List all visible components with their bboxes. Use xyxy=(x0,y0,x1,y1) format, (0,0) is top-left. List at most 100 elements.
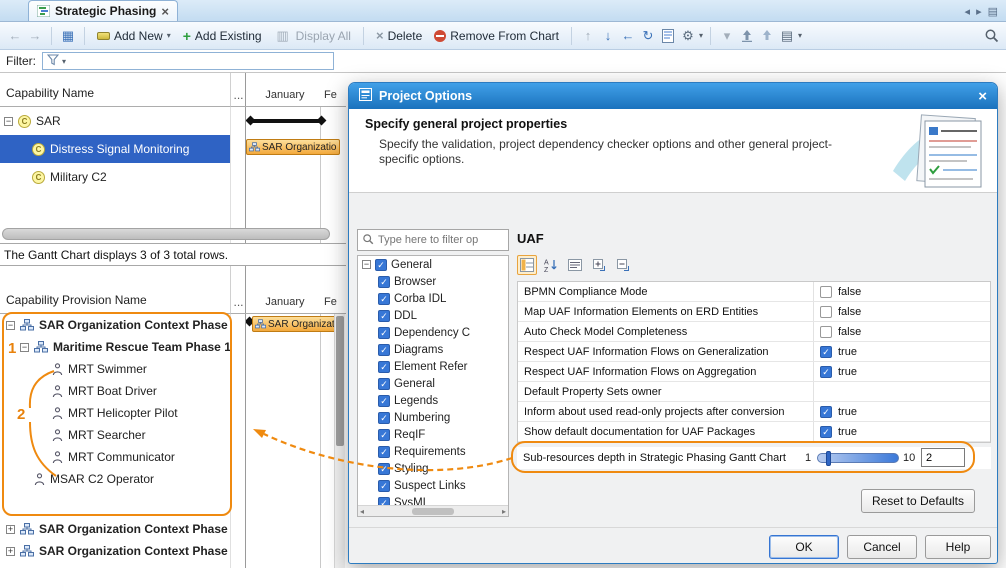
tab-list-icon[interactable]: ▤ xyxy=(988,5,998,18)
options-item-requirements[interactable]: ✓Requirements xyxy=(358,443,508,460)
collapse-all-icon[interactable] xyxy=(613,255,633,275)
checkbox-checked-icon[interactable]: ✓ xyxy=(375,259,387,271)
settings-gear-icon[interactable]: ⚙ xyxy=(679,26,697,46)
tree-row-mrt-swimmer[interactable]: MRT Swimmer xyxy=(0,358,230,380)
depth-value-input[interactable] xyxy=(921,448,965,467)
import-up-icon[interactable] xyxy=(758,26,776,46)
export-up-icon[interactable] xyxy=(738,26,756,46)
search-icon[interactable] xyxy=(982,26,1000,46)
tab-strategic-phasing[interactable]: Strategic Phasing × xyxy=(28,0,178,21)
property-row-default-property-sets-owner[interactable]: Default Property Sets owner xyxy=(518,382,990,402)
capability-name-header[interactable]: Capability Name xyxy=(0,73,230,107)
checkbox-checked-icon[interactable]: ✓ xyxy=(378,276,390,288)
delete-button[interactable]: × Delete xyxy=(371,26,427,45)
summary-bar[interactable] xyxy=(250,119,320,123)
options-filter-box[interactable] xyxy=(357,229,509,251)
property-row-bpmn-compliance[interactable]: BPMN Compliance Mode false xyxy=(518,282,990,302)
refresh-icon[interactable]: ↻ xyxy=(639,26,657,46)
options-group-general-root[interactable]: − ✓ General xyxy=(358,256,508,273)
checkbox-checked-icon[interactable]: ✓ xyxy=(378,344,390,356)
scrollbar-thumb[interactable] xyxy=(336,316,344,446)
checkbox-checked-icon[interactable]: ✓ xyxy=(378,446,390,458)
slider-thumb[interactable] xyxy=(826,451,831,466)
move-down-icon[interactable]: ↓ xyxy=(599,26,617,46)
property-row-flows-generalization[interactable]: Respect UAF Information Flows on General… xyxy=(518,342,990,362)
tree-row-mrt-helicopter-pilot[interactable]: MRT Helicopter Pilot xyxy=(0,402,230,424)
help-button[interactable]: Help xyxy=(925,535,991,559)
checkbox-checked-icon[interactable]: ✓ xyxy=(378,463,390,475)
scroll-tabs-right-icon[interactable]: ▸ xyxy=(976,5,982,18)
remove-from-chart-button[interactable]: Remove From Chart xyxy=(429,27,564,45)
scroll-tabs-left-icon[interactable]: ◂ xyxy=(965,5,971,18)
options-item-diagrams[interactable]: ✓Diagrams xyxy=(358,341,508,358)
gantt-bar-sar-organization[interactable]: SAR Organizatio xyxy=(246,139,340,155)
vertical-scrollbar[interactable] xyxy=(334,314,345,568)
collapse-icon[interactable]: − xyxy=(6,321,15,330)
property-row-flows-aggregation[interactable]: Respect UAF Information Flows on Aggrega… xyxy=(518,362,990,382)
options-item-suspect-links[interactable]: ✓Suspect Links xyxy=(358,477,508,494)
checkbox-unchecked-icon[interactable] xyxy=(820,306,832,318)
checkbox-checked-icon[interactable]: ✓ xyxy=(378,429,390,441)
collapse-icon[interactable]: − xyxy=(4,117,13,126)
table-view-icon[interactable]: ▦ xyxy=(59,26,77,46)
checkbox-checked-icon[interactable]: ✓ xyxy=(820,346,832,358)
display-all-button[interactable]: ▥ Display All xyxy=(269,24,356,48)
options-item-legends[interactable]: ✓Legends xyxy=(358,392,508,409)
expand-icon[interactable]: + xyxy=(6,547,15,556)
filter-input-box[interactable]: ▾ xyxy=(42,52,334,70)
collapse-icon[interactable]: − xyxy=(362,260,371,269)
expand-icon[interactable]: + xyxy=(6,525,15,534)
tree-horizontal-scrollbar[interactable]: ◂ ▸ xyxy=(358,505,508,516)
dialog-title-bar[interactable]: Project Options × xyxy=(349,83,997,109)
tree-row-mrt-searcher[interactable]: MRT Searcher xyxy=(0,424,230,446)
cancel-button[interactable]: Cancel xyxy=(847,535,917,559)
checkbox-checked-icon[interactable]: ✓ xyxy=(820,366,832,378)
tree-row-sar-org-phase-3[interactable]: + SAR Organization Context Phase 3 xyxy=(0,540,230,562)
depth-slider[interactable] xyxy=(817,453,899,463)
add-existing-button[interactable]: + Add Existing xyxy=(178,27,267,45)
tree-row-sar[interactable]: − C SAR xyxy=(0,107,230,135)
filter-input[interactable] xyxy=(69,55,329,67)
checkbox-checked-icon[interactable]: ✓ xyxy=(378,361,390,373)
forward-icon[interactable]: → xyxy=(26,26,44,46)
checkbox-checked-icon[interactable]: ✓ xyxy=(378,378,390,390)
checkbox-checked-icon[interactable]: ✓ xyxy=(378,310,390,322)
tree-row-msar-c2-operator[interactable]: MSAR C2 Operator xyxy=(0,468,230,490)
checkbox-checked-icon[interactable]: ✓ xyxy=(378,327,390,339)
columns-icon[interactable]: ▤ xyxy=(778,26,796,46)
chevron-down-icon[interactable]: ▾ xyxy=(699,31,703,40)
show-description-icon[interactable] xyxy=(565,255,585,275)
chevron-down-icon[interactable]: ▾ xyxy=(798,31,802,40)
options-item-browser[interactable]: ✓Browser xyxy=(358,273,508,290)
options-item-styling[interactable]: ✓Styling xyxy=(358,460,508,477)
checkbox-checked-icon[interactable]: ✓ xyxy=(378,395,390,407)
options-item-general[interactable]: ✓General xyxy=(358,375,508,392)
scroll-left-icon[interactable]: ◂ xyxy=(360,507,364,516)
checkbox-checked-icon[interactable]: ✓ xyxy=(378,480,390,492)
tree-row-mrt-boat-driver[interactable]: MRT Boat Driver xyxy=(0,380,230,402)
options-item-numbering[interactable]: ✓Numbering xyxy=(358,409,508,426)
tree-row-military-c2[interactable]: C Military C2 xyxy=(0,163,230,191)
options-item-ddl[interactable]: ✓DDL xyxy=(358,307,508,324)
property-row-show-default-documentation[interactable]: Show default documentation for UAF Packa… xyxy=(518,422,990,442)
navigate-back-icon[interactable]: ← xyxy=(619,26,637,46)
options-item-dependency-checker[interactable]: ✓Dependency C xyxy=(358,324,508,341)
checkbox-checked-icon[interactable]: ✓ xyxy=(378,412,390,424)
tree-row-mrt-communicator[interactable]: MRT Communicator xyxy=(0,446,230,468)
move-up-icon[interactable]: ↑ xyxy=(579,26,597,46)
provision-name-header[interactable]: Capability Provision Name xyxy=(0,266,230,314)
back-icon[interactable]: ← xyxy=(6,26,24,46)
horizontal-scrollbar[interactable] xyxy=(2,228,330,240)
property-row-inform-read-only[interactable]: Inform about used read-only projects aft… xyxy=(518,402,990,422)
tree-row-maritime-rescue-team-phase-1[interactable]: − Maritime Rescue Team Phase 1 xyxy=(0,336,230,358)
property-row-map-uaf-erd[interactable]: Map UAF Information Elements on ERD Enti… xyxy=(518,302,990,322)
dialog-close-icon[interactable]: × xyxy=(978,88,987,105)
scroll-right-icon[interactable]: ▸ xyxy=(502,507,506,516)
categorized-view-icon[interactable] xyxy=(517,255,537,275)
checkbox-checked-icon[interactable]: ✓ xyxy=(820,426,832,438)
property-row-auto-check-completeness[interactable]: Auto Check Model Completeness false xyxy=(518,322,990,342)
tree-row-sar-org-phase-1[interactable]: − SAR Organization Context Phase 1 xyxy=(0,314,230,336)
tab-close-icon[interactable]: × xyxy=(161,4,169,19)
checkbox-checked-icon[interactable]: ✓ xyxy=(378,293,390,305)
options-item-element-references[interactable]: ✓Element Refer xyxy=(358,358,508,375)
